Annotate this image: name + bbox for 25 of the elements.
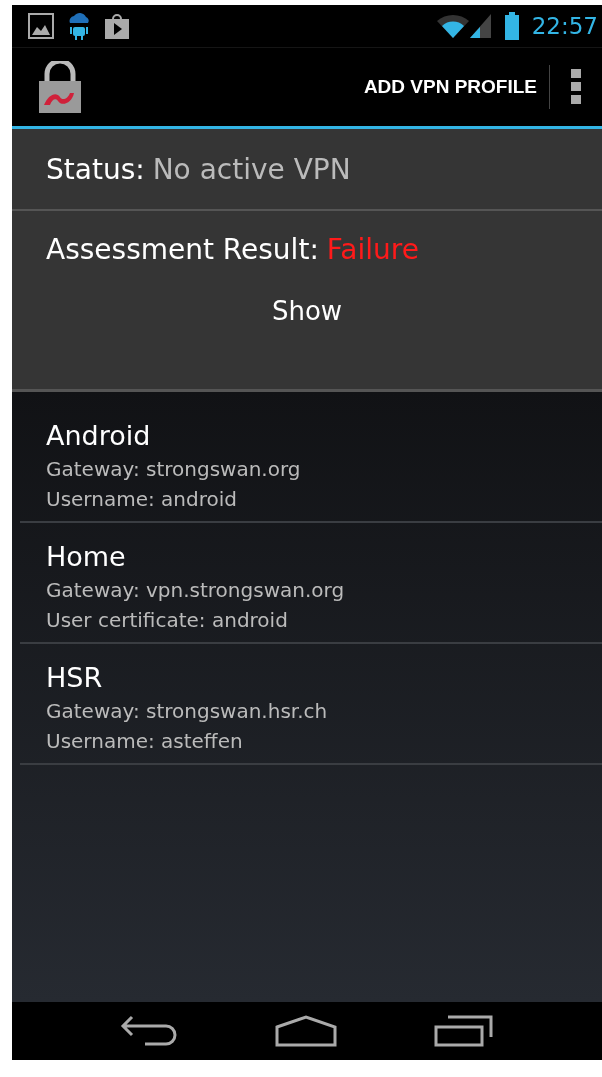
status-value: No active VPN bbox=[152, 152, 351, 186]
profile-name: Android bbox=[46, 420, 152, 451]
profile-detail: Username: android bbox=[46, 487, 238, 511]
profile-detail: Username: asteffen bbox=[46, 729, 244, 753]
profile-name: HSR bbox=[46, 662, 104, 693]
gallery-icon bbox=[28, 13, 54, 39]
wifi-icon bbox=[435, 13, 470, 39]
assessment-label: Assessment Result: bbox=[46, 233, 319, 266]
store-bag-icon bbox=[104, 12, 130, 40]
show-button[interactable]: Show bbox=[251, 292, 363, 330]
status-label: Status: bbox=[46, 152, 145, 186]
vpn-profile-item[interactable]: Android Gateway: strongswan.org Username: android bbox=[20, 402, 602, 523]
profile-detail: User certificate: android bbox=[46, 608, 289, 632]
profile-detail: Gateway: strongswan.hsr.ch bbox=[46, 699, 329, 723]
add-vpn-profile-button[interactable]: ADD VPN PROFILE bbox=[351, 57, 549, 117]
assessment-result: Failure bbox=[326, 233, 419, 266]
profile-detail: Gateway: vpn.strongswan.org bbox=[46, 578, 346, 602]
profile-name: Home bbox=[46, 541, 127, 572]
battery-icon bbox=[503, 12, 520, 40]
vpn-profile-item[interactable]: Home Gateway: vpn.strongswan.org User certificate: android bbox=[20, 523, 602, 644]
padlock-logo-icon bbox=[38, 61, 82, 113]
profile-detail: Gateway: strongswan.org bbox=[46, 457, 302, 481]
clock-time: 22:57 bbox=[531, 13, 598, 39]
signal-icon bbox=[469, 13, 492, 39]
vpn-profile-item[interactable]: HSR Gateway: strongswan.hsr.ch Username: asteffen bbox=[20, 644, 602, 765]
